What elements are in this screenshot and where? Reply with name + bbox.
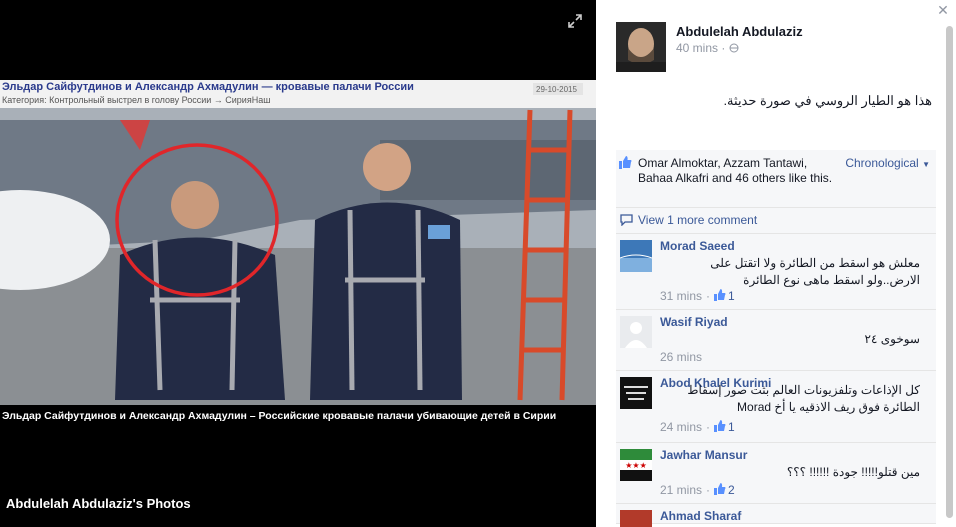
likers-list[interactable]: Omar Almoktar, Azzam Tantawi, Bahaa Alka…	[638, 156, 838, 186]
comment: Wasif Riyad سوخوى ٢٤ 26 mins	[616, 310, 936, 371]
chevron-down-icon: ▼	[922, 160, 930, 169]
photo-caption-bottom: Эльдар Сайфутдинов и Александр Ахмадулин…	[2, 410, 556, 422]
commenter-avatar[interactable]	[620, 377, 652, 409]
owner-photos-link[interactable]: Abdulelah Abdulaziz's Photos	[6, 496, 191, 511]
comment-bubble-icon	[620, 214, 633, 226]
comment-text: مين قتلو!!!!! جودة !!!!!! ؟؟؟	[786, 465, 920, 479]
commenter-name[interactable]: Ahmad Sharaf	[660, 509, 741, 523]
comment-like-count[interactable]: 2	[728, 483, 735, 497]
likes-summary: Omar Almoktar, Azzam Tantawi, Bahaa Alka…	[616, 150, 936, 208]
commenter-name[interactable]: Jawhar Mansur	[660, 448, 747, 462]
photo-category: Категория: Контрольный выстрел в голову …	[2, 95, 270, 105]
commenter-avatar[interactable]	[620, 316, 652, 348]
comment-like-count[interactable]: 1	[728, 420, 735, 434]
scrollbar-thumb[interactable]	[946, 26, 953, 518]
comment-time[interactable]: 31 mins	[660, 289, 702, 303]
like-count-icon	[714, 420, 726, 432]
comment-text: كل الإذاعات وتلفزيونات العالم بثت صور إس…	[687, 383, 920, 414]
like-count-icon	[714, 483, 726, 495]
comment-time[interactable]: 21 mins	[660, 483, 702, 497]
author-avatar[interactable]	[616, 22, 666, 72]
comment-like-count[interactable]: 1	[728, 289, 735, 303]
author-name[interactable]: Abdulelah Abdulaziz	[676, 24, 803, 39]
comment-meta: 26 mins	[660, 350, 702, 364]
commenter-avatar[interactable]: ★★★	[620, 449, 652, 481]
comment: Ahmad Sharaf	[616, 504, 936, 527]
comment-order-dropdown[interactable]: Chronological ▼	[845, 156, 930, 170]
commenter-name[interactable]: Wasif Riyad	[660, 315, 728, 329]
comment-text: معلش هو اسقط من الطائرة ولا اتقتل على ال…	[710, 256, 920, 287]
post-photo[interactable]: Эльдар Сайфутдинов и Александр Ахмадулин…	[0, 80, 596, 425]
post-timestamp[interactable]: 40 mins ·	[676, 41, 739, 55]
info-panel: ✕ Abdulelah Abdulaziz 40 mins · هذا هو ا…	[596, 0, 956, 527]
comment: Abod Khalel Kurimi كل الإذاعات وتلفزيونا…	[616, 371, 936, 443]
comment-text: سوخوى ٢٤	[864, 332, 921, 346]
globe-icon	[729, 43, 739, 53]
comment-meta: 31 mins · 1	[660, 289, 735, 303]
comment-meta: 21 mins · 2	[660, 483, 735, 497]
svg-text:★★★: ★★★	[625, 461, 647, 470]
post-text: هذا هو الطيار الروسي في صورة حديثة.	[723, 93, 932, 108]
photo-date: 29-10-2015	[536, 85, 577, 94]
comment-meta: 24 mins · 1	[660, 420, 735, 434]
fullscreen-icon[interactable]	[567, 13, 583, 29]
commenter-avatar[interactable]	[620, 510, 652, 527]
commenter-name[interactable]: Morad Saeed	[660, 239, 735, 253]
photo-stage: Эльдар Сайфутдинов и Александр Ахмадулин…	[0, 0, 596, 527]
comment: ★★★ Jawhar Mansur مين قتلو!!!!! جودة !!!…	[616, 443, 936, 504]
commenter-avatar[interactable]	[620, 240, 652, 272]
close-icon[interactable]: ✕	[936, 4, 950, 18]
thumbs-up-icon	[619, 156, 632, 169]
like-count-icon	[714, 289, 726, 301]
view-more-comments-link[interactable]: View 1 more comment	[638, 213, 757, 227]
feedback-area: Omar Almoktar, Azzam Tantawi, Bahaa Alka…	[616, 150, 936, 527]
view-more-comments: View 1 more comment	[616, 208, 936, 234]
comment-time[interactable]: 24 mins	[660, 420, 702, 434]
comment-time[interactable]: 26 mins	[660, 350, 702, 364]
comment: Morad Saeed معلش هو اسقط من الطائرة ولا …	[616, 234, 936, 310]
photo-caption-top: Эльдар Сайфутдинов и Александр Ахмадулин…	[2, 81, 414, 93]
